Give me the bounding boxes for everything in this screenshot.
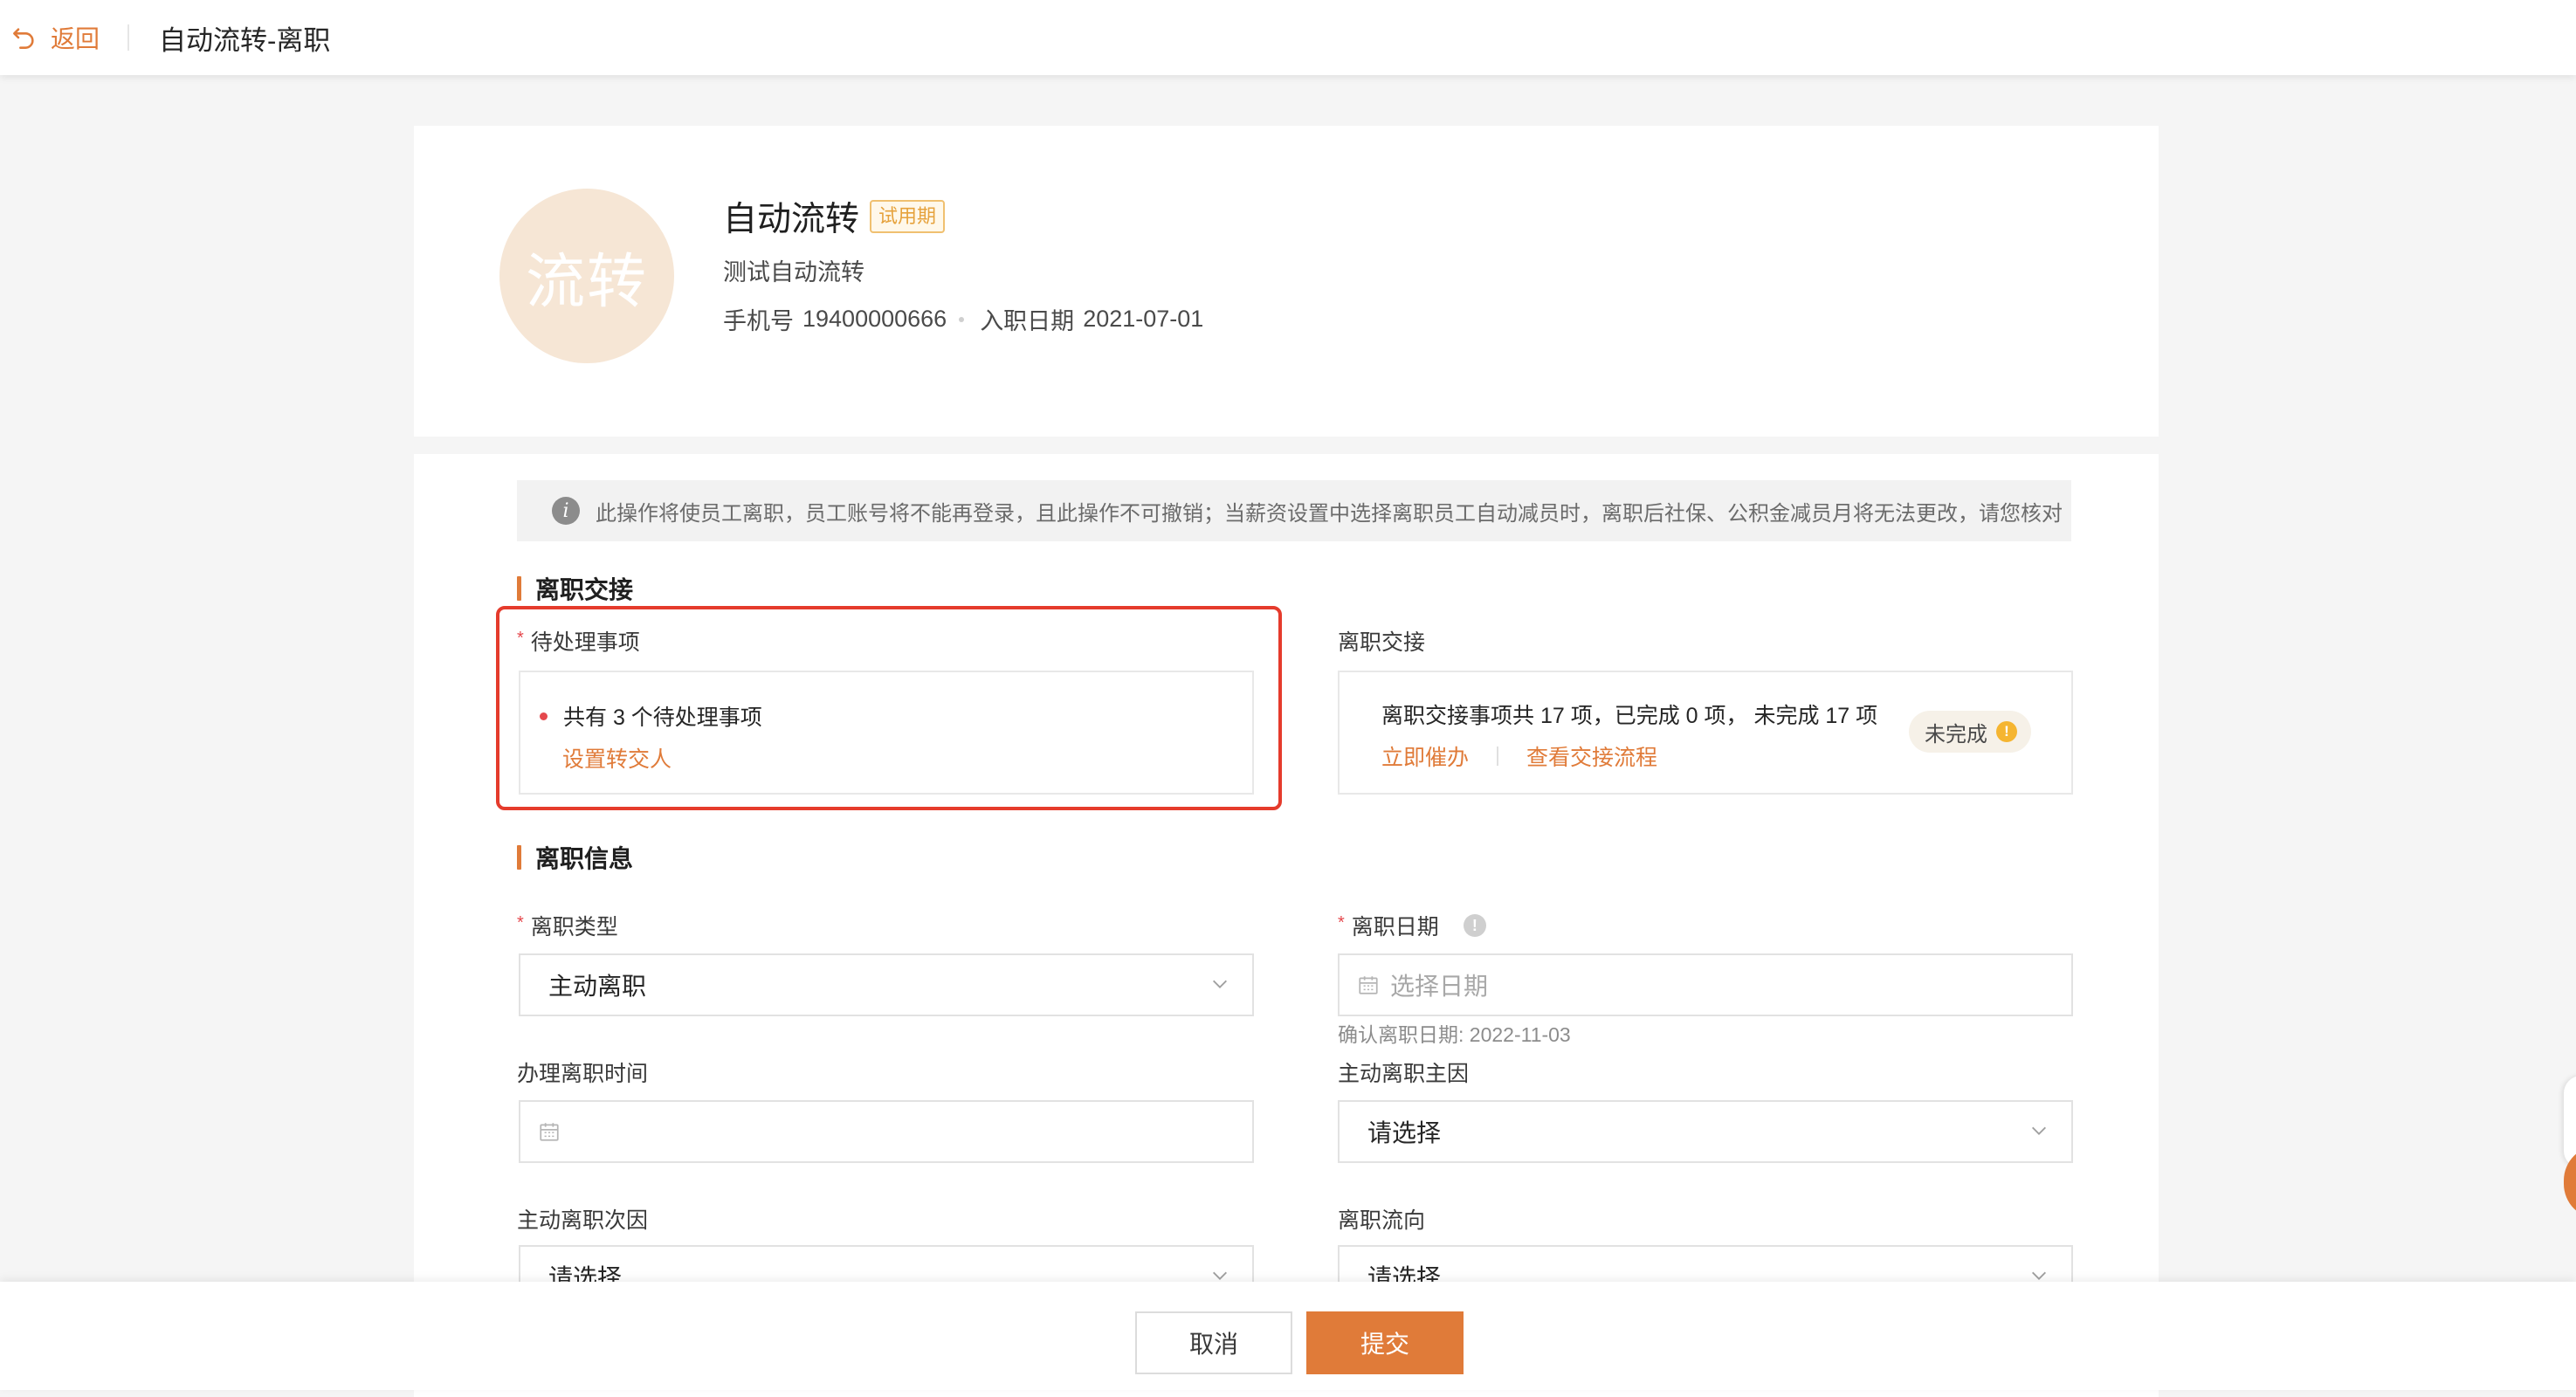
urge-link[interactable]: 立即催办 <box>1381 740 1469 772</box>
handover-actions: 立即催办 查看交接流程 <box>1381 740 1657 772</box>
resignation-form-card: i 此操作将使员工离职，员工账号将不能再登录，且此操作不可撤销；当薪资设置中选择… <box>414 454 2159 1397</box>
warning-icon: ! <box>1996 721 2017 742</box>
section-bar <box>517 845 521 870</box>
employee-description: 测试自动流转 <box>723 259 864 286</box>
section-title-info: 离职信息 <box>517 840 633 875</box>
handover-label: 离职交接 <box>1338 630 1426 655</box>
direction-label: 离职流向 <box>1338 1208 1426 1233</box>
employee-meta: 手机号 19400000666 入职日期 2021-07-01 <box>723 302 1203 336</box>
section-title-text: 离职交接 <box>535 576 634 603</box>
chevron-down-icon <box>2032 1126 2046 1135</box>
process-time-label: 办理离职时间 <box>517 1062 649 1086</box>
back-label: 返回 <box>51 25 100 52</box>
join-date-value: 2021-07-01 <box>1083 306 1204 332</box>
main-reason-placeholder: 请选择 <box>1367 1119 1442 1146</box>
header-divider <box>127 24 130 51</box>
employee-profile-card: 流转 自动流转 试用期 测试自动流转 手机号 19400000666 入职日期 … <box>414 126 2159 437</box>
leave-type-label-text: 离职类型 <box>530 915 618 939</box>
main-reason-label: 主动离职主因 <box>1338 1062 1470 1086</box>
status-tag: 试用期 <box>870 200 946 233</box>
notice-text: 此操作将使员工离职，员工账号将不能再登录，且此操作不可撤销；当薪资设置中选择离职… <box>596 501 2063 526</box>
secondary-reason-label: 主动离职次因 <box>517 1208 649 1233</box>
section-bar <box>517 576 521 601</box>
page-title: 自动流转-离职 <box>159 24 331 56</box>
leave-date-picker[interactable]: 选择日期 <box>1338 953 2073 1016</box>
join-date-label: 入职日期 <box>980 308 1075 334</box>
submit-button[interactable]: 提交 <box>1306 1311 1464 1374</box>
leave-date-label: * 离职日期 ! <box>1338 910 1486 941</box>
leave-type-value: 主动离职 <box>548 973 647 1000</box>
meta-divider-dot <box>959 316 965 322</box>
employee-name-row: 自动流转 试用期 <box>723 192 946 241</box>
handover-summary: 离职交接事项共 17 项，已完成 0 项， 未完成 17 项 <box>1381 704 1878 728</box>
leave-type-select[interactable]: 主动离职 <box>519 953 1254 1016</box>
employee-name: 自动流转 <box>723 201 860 238</box>
required-mark: * <box>1338 912 1345 932</box>
warning-notice: i 此操作将使员工离职，员工账号将不能再登录，且此操作不可撤销；当薪资设置中选择… <box>517 480 2071 541</box>
back-button[interactable]: 返回 <box>12 20 100 55</box>
leave-date-placeholder: 选择日期 <box>1390 973 1489 1000</box>
back-arrow-icon <box>13 28 34 49</box>
section-title-handover: 离职交接 <box>517 571 633 606</box>
cancel-button[interactable]: 取消 <box>1135 1311 1292 1374</box>
question-icon[interactable]: ! <box>1463 914 1486 937</box>
avatar: 流转 <box>499 189 674 363</box>
section-title-text: 离职信息 <box>535 845 634 872</box>
chevron-down-icon <box>1213 980 1227 988</box>
action-bar: 取消 提交 <box>0 1282 2576 1390</box>
top-bar: 返回 自动流转-离职 <box>0 0 2576 75</box>
handover-status-text: 未完成 <box>1925 722 1987 747</box>
link-divider <box>1497 747 1499 766</box>
leave-type-label: * 离职类型 <box>517 910 618 941</box>
calendar-icon <box>540 1123 559 1141</box>
view-flow-link[interactable]: 查看交接流程 <box>1526 740 1657 772</box>
required-mark: * <box>517 912 524 932</box>
highlight-box <box>496 606 1282 810</box>
handover-status-badge: 未完成 ! <box>1909 711 2031 753</box>
calendar-icon <box>1359 976 1378 994</box>
handover-box: 离职交接事项共 17 项，已完成 0 项， 未完成 17 项 立即催办 查看交接… <box>1338 671 2073 795</box>
leave-date-label-text: 离职日期 <box>1351 915 1439 939</box>
process-time-picker[interactable] <box>519 1100 1254 1163</box>
info-icon: i <box>552 497 580 525</box>
leave-date-hint: 确认离职日期: 2022-11-03 <box>1338 1023 1571 1046</box>
main-reason-select[interactable]: 请选择 <box>1338 1100 2073 1163</box>
phone-value: 19400000666 <box>802 306 947 332</box>
phone-label: 手机号 <box>723 308 794 334</box>
